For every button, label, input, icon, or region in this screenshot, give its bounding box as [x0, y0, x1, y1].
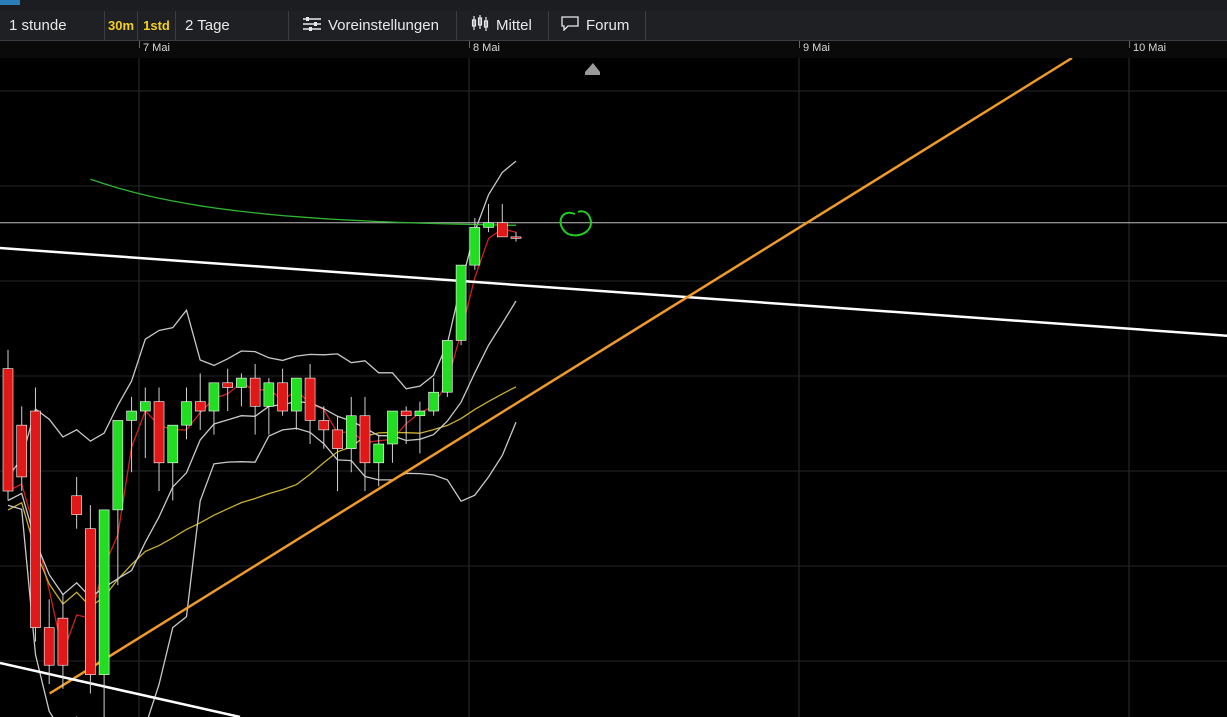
ma-mid-line	[8, 387, 516, 607]
forum-button[interactable]: Forum	[549, 11, 646, 40]
interval-1std-label: 1std	[143, 18, 170, 33]
candlestick-chart[interactable]	[0, 58, 1227, 717]
x-tick	[799, 41, 800, 48]
candle-body	[113, 420, 123, 509]
candle-body	[346, 416, 356, 449]
candle-body	[44, 628, 54, 666]
annotation-circle	[561, 211, 591, 235]
candle-body	[387, 411, 397, 444]
tab-fragment	[0, 0, 20, 5]
candle-body	[127, 411, 137, 420]
candle-body	[278, 383, 288, 411]
interval-1std-button[interactable]: 1std	[138, 11, 176, 40]
candle-body	[511, 237, 521, 239]
candle-body	[429, 392, 439, 411]
range-label: 2 Tage	[185, 17, 230, 34]
candle-body	[58, 618, 68, 665]
x-tick	[1129, 41, 1130, 48]
candle-body	[3, 369, 13, 491]
candle-body	[236, 378, 246, 387]
x-tick	[469, 41, 470, 48]
candle-body	[17, 425, 27, 477]
candle-body	[484, 223, 494, 228]
candle-body	[154, 402, 164, 463]
candle-body	[470, 227, 480, 265]
candle-body	[264, 383, 274, 407]
candle-body	[209, 383, 219, 411]
x-tick-label-7-mai: 7 Mai	[143, 42, 170, 54]
settings-label: Voreinstellungen	[328, 17, 439, 34]
speech-bubble-icon	[561, 12, 579, 41]
candle-body	[85, 529, 95, 675]
candle-body	[415, 411, 425, 416]
x-tick-label-8-mai: 8 Mai	[473, 42, 500, 54]
candle-body	[360, 416, 370, 463]
candle-body	[181, 402, 191, 426]
candlestick-icon	[471, 12, 489, 41]
x-tick-label-10-mai: 10 Mai	[1133, 42, 1166, 54]
settings-button[interactable]: Voreinstellungen	[289, 11, 457, 40]
scroll-marker-icon	[585, 63, 600, 75]
candle-body	[223, 383, 233, 388]
candle-body	[168, 425, 178, 463]
sliders-icon	[303, 12, 321, 41]
window-tab-strip	[0, 0, 1227, 11]
candle-body	[442, 340, 452, 392]
candle-body	[305, 378, 315, 420]
candle-body	[72, 496, 82, 515]
candle-body	[374, 444, 384, 463]
interval-30m-button[interactable]: 30m	[105, 11, 138, 40]
candle-body	[319, 420, 329, 429]
x-tick	[139, 41, 140, 48]
candle-body	[401, 411, 411, 416]
candle-body	[250, 378, 260, 406]
bollinger-upper-line	[8, 161, 516, 477]
candle-body	[30, 411, 40, 628]
candle-body	[99, 510, 109, 675]
interval-label: 1 stunde	[9, 17, 67, 34]
x-tick-label-9-mai: 9 Mai	[803, 42, 830, 54]
chart-type-label: Mittel	[496, 17, 532, 34]
lower-trendline	[0, 663, 240, 717]
chart-toolbar: 1 stunde 30m 1std 2 Tage Voreinstellunge…	[0, 11, 1227, 41]
candle-body	[195, 402, 205, 411]
chart-type-button[interactable]: Mittel	[457, 11, 549, 40]
candle-body	[333, 430, 343, 449]
candle-body	[140, 402, 150, 411]
candle-body	[497, 223, 507, 237]
range-dropdown[interactable]: 2 Tage	[176, 11, 289, 40]
forum-label: Forum	[586, 17, 629, 34]
interval-30m-label: 30m	[108, 18, 134, 33]
ma-short-line	[8, 229, 516, 653]
x-axis: 7 Mai 8 Mai 9 Mai 10 Mai	[0, 41, 1227, 58]
candle-body	[291, 378, 301, 411]
interval-dropdown[interactable]: 1 stunde	[0, 11, 105, 40]
candle-body	[456, 265, 466, 340]
resistance-trendline	[0, 246, 1227, 350]
